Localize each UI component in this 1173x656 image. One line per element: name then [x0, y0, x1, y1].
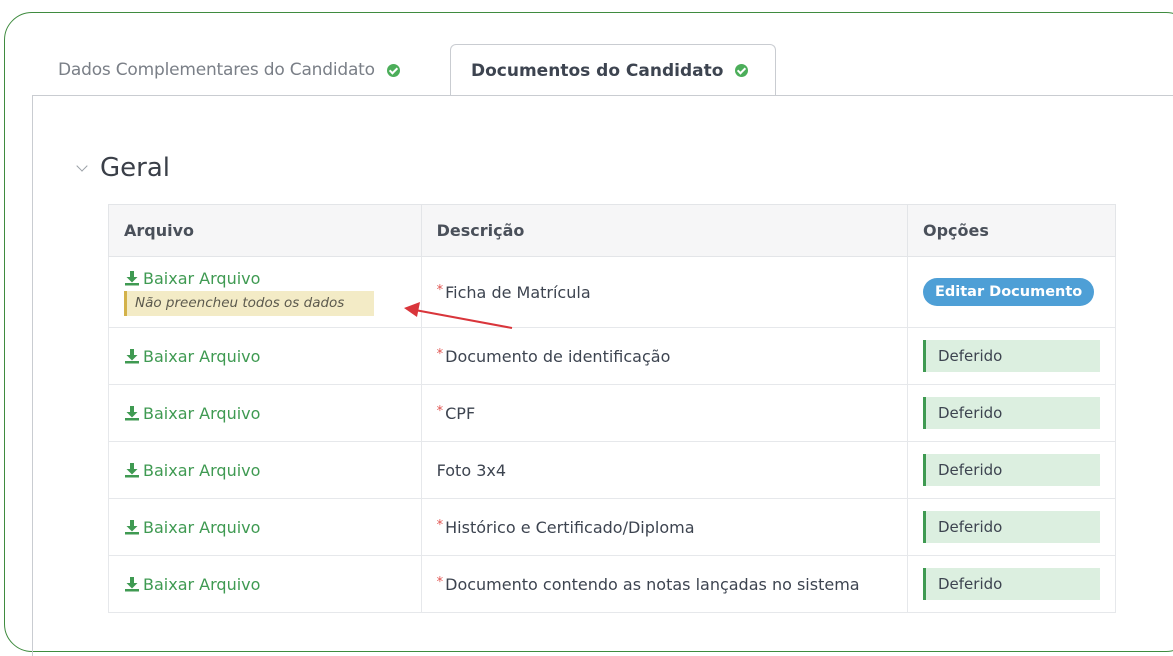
cell-descricao: Foto 3x4	[420, 441, 909, 499]
table-header-row: Arquivo Descrição Opções	[108, 204, 1116, 257]
check-circle-icon	[386, 63, 400, 77]
cell-arquivo: Baixar Arquivo	[108, 498, 422, 556]
cell-opcoes: Deferido	[907, 384, 1116, 442]
column-header-arquivo: Arquivo	[108, 204, 422, 257]
cell-descricao: * Documento de identificação	[420, 327, 909, 385]
download-icon	[125, 271, 139, 286]
download-link[interactable]: Baixar Arquivo	[124, 518, 406, 537]
required-marker: *	[436, 574, 444, 590]
required-marker: *	[436, 282, 444, 298]
tab-bar: Dados Complementares do Candidato Docume…	[0, 44, 1173, 96]
download-link[interactable]: Baixar Arquivo	[124, 461, 406, 480]
column-header-descricao: Descrição	[420, 204, 909, 257]
status-badge-deferido: Deferido	[923, 568, 1100, 600]
cell-opcoes: Deferido	[907, 498, 1116, 556]
download-link[interactable]: Baixar Arquivo	[124, 269, 406, 288]
cell-opcoes: Deferido	[907, 327, 1116, 385]
column-header-opcoes: Opções	[907, 204, 1116, 257]
required-marker: *	[436, 517, 444, 533]
cell-arquivo: Baixar Arquivo	[108, 384, 422, 442]
download-label: Baixar Arquivo	[143, 346, 261, 366]
cell-arquivo: Baixar Arquivo	[108, 555, 422, 613]
table-row: Baixar Arquivo * Documento contendo as not…	[108, 555, 1116, 613]
table-row: Baixar Arquivo Foto 3x4 Deferido	[108, 441, 1116, 499]
download-label: Baixar Arquivo	[143, 460, 261, 480]
table-row: Baixar Arquivo * CPF Deferido	[108, 384, 1116, 442]
status-badge-deferido: Deferido	[923, 454, 1100, 486]
download-icon	[125, 520, 139, 535]
download-icon	[125, 577, 139, 592]
table-row: Baixar Arquivo * Documento de identificaçã…	[108, 327, 1116, 385]
cell-arquivo: Baixar Arquivo	[108, 327, 422, 385]
edit-document-button[interactable]: Editar Documento	[923, 278, 1095, 306]
chevron-down-icon	[76, 160, 88, 172]
download-label: Baixar Arquivo	[143, 268, 261, 288]
warning-message: Não preencheu todos os dados	[124, 290, 375, 316]
download-link[interactable]: Baixar Arquivo	[124, 347, 406, 366]
status-badge-deferido: Deferido	[923, 340, 1100, 372]
status-badge-deferido: Deferido	[923, 511, 1100, 543]
download-link[interactable]: Baixar Arquivo	[124, 404, 406, 423]
tab-documentos[interactable]: Documentos do Candidato	[450, 44, 776, 96]
status-badge-deferido: Deferido	[923, 397, 1100, 429]
table-row: Baixar Arquivo * Histórico e Certificado/D…	[108, 498, 1116, 556]
download-label: Baixar Arquivo	[143, 574, 261, 594]
required-marker: *	[436, 403, 444, 419]
document-description: CPF	[445, 403, 476, 423]
download-link[interactable]: Baixar Arquivo	[124, 575, 406, 594]
cell-descricao: * Documento contendo as notas lançadas no…	[420, 555, 909, 613]
download-icon	[125, 406, 139, 421]
tab-label: Documentos do Candidato	[471, 60, 724, 81]
section-title: Geral	[100, 153, 170, 183]
table-row: Baixar Arquivo Não preencheu todos os dad…	[108, 256, 1116, 328]
document-description: Histórico e Certificado/Diploma	[445, 517, 695, 537]
document-description: Ficha de Matrícula	[445, 282, 591, 302]
cell-descricao: * Histórico e Certificado/Diploma	[420, 498, 909, 556]
check-circle-icon	[735, 64, 749, 77]
cell-opcoes: Deferido	[907, 441, 1116, 499]
section-header-geral[interactable]: Geral	[76, 153, 170, 183]
tab-panel-border	[776, 95, 1173, 96]
cell-descricao: * CPF	[420, 384, 909, 442]
cell-descricao: * Ficha de Matrícula	[420, 256, 909, 328]
document-description: Documento contendo as notas lançadas no …	[445, 574, 860, 594]
download-icon	[125, 463, 139, 478]
document-description: Foto 3x4	[436, 460, 507, 480]
tab-label: Dados Complementares do Candidato	[58, 60, 375, 80]
cell-arquivo: Baixar Arquivo	[108, 441, 422, 499]
documents-table: Arquivo Descrição Opções Baixar Arquivo N…	[108, 204, 1116, 613]
cell-opcoes: Deferido	[907, 555, 1116, 613]
download-label: Baixar Arquivo	[143, 517, 261, 537]
cell-arquivo: Baixar Arquivo Não preencheu todos os dad…	[108, 256, 422, 328]
required-marker: *	[436, 346, 444, 362]
cell-opcoes: Editar Documento	[907, 256, 1116, 328]
document-description: Documento de identificação	[445, 346, 671, 366]
download-icon	[125, 349, 139, 364]
tab-dados-complementares[interactable]: Dados Complementares do Candidato	[30, 44, 440, 96]
download-label: Baixar Arquivo	[143, 403, 261, 423]
